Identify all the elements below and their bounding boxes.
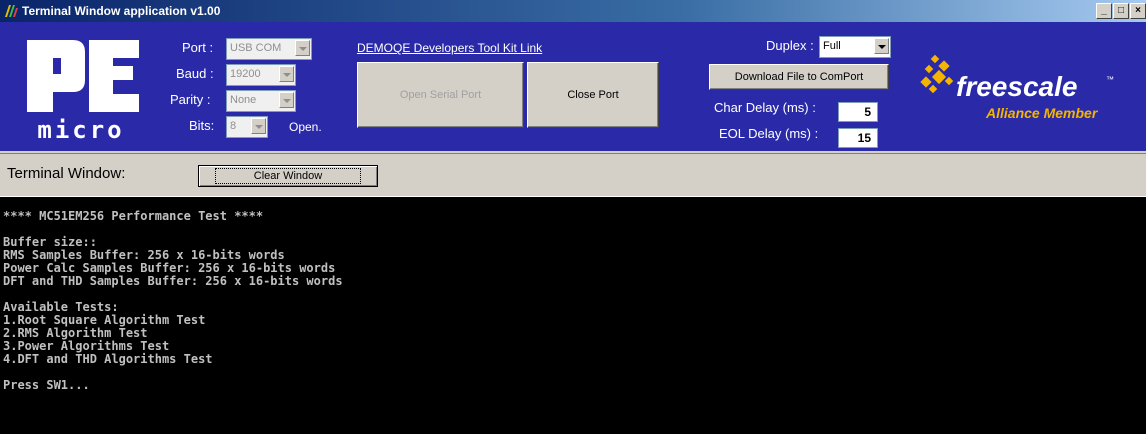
terminal-line: Power Calc Samples Buffer: 256 x 16-bits… xyxy=(3,261,336,275)
duplex-value: Full xyxy=(823,40,841,52)
terminal-line: 4.DFT and THD Algorithms Test xyxy=(3,352,213,366)
terminal-line: 3.Power Algorithms Test xyxy=(3,339,170,353)
chevron-down-icon xyxy=(251,118,266,134)
bits-label: Bits: xyxy=(189,118,215,133)
eol-delay-label: EOL Delay (ms) : xyxy=(719,126,819,141)
close-window-button[interactable]: × xyxy=(1130,3,1146,19)
terminal-output[interactable]: **** MC51EM256 Performance Test **** Buf… xyxy=(0,196,1146,434)
bits-value: 8 xyxy=(230,120,237,132)
alliance-member-text: Alliance Member xyxy=(985,105,1099,121)
trademark-text: ™ xyxy=(1106,75,1114,84)
maximize-button[interactable]: □ xyxy=(1113,3,1129,19)
terminal-line: 1.Root Square Algorithm Test xyxy=(3,313,206,327)
baud-label: Baud : xyxy=(176,66,214,81)
parity-select[interactable]: None xyxy=(226,90,296,112)
chevron-down-icon xyxy=(295,40,310,56)
terminal-line: RMS Samples Buffer: 256 x 16-bits words xyxy=(3,248,285,262)
chevron-down-icon xyxy=(279,66,294,82)
port-label: Port : xyxy=(182,40,214,55)
download-file-button[interactable]: Download File to ComPort xyxy=(709,64,889,90)
clear-window-button[interactable]: Clear Window xyxy=(198,165,378,187)
micro-text: micro xyxy=(37,116,124,144)
close-port-button[interactable]: Close Port xyxy=(527,62,659,128)
app-icon xyxy=(5,5,18,17)
toolkit-link[interactable]: DEMOQE Developers Tool Kit Link xyxy=(357,41,542,55)
clear-window-label: Clear Window xyxy=(214,168,362,184)
parity-value: None xyxy=(230,94,257,106)
window-title: Terminal Window application v1.00 xyxy=(22,4,221,18)
char-delay-label: Char Delay (ms) : xyxy=(714,100,816,115)
pe-micro-logo: micro xyxy=(5,28,158,145)
baud-value: 19200 xyxy=(230,68,261,80)
bits-select[interactable]: 8 xyxy=(226,116,268,138)
terminal-line: Press SW1... xyxy=(3,378,90,392)
chevron-down-icon xyxy=(874,38,889,54)
duplex-label: Duplex : xyxy=(766,38,814,53)
baud-select[interactable]: 19200 xyxy=(226,64,296,86)
freescale-text: freescale xyxy=(956,71,1077,102)
terminal-line: Available Tests: xyxy=(3,300,119,314)
minimize-button[interactable]: _ xyxy=(1096,3,1112,19)
char-delay-input[interactable]: 5 xyxy=(838,102,878,122)
terminal-line: DFT and THD Samples Buffer: 256 x 16-bit… xyxy=(3,274,343,288)
port-status: Open. xyxy=(289,120,322,134)
freescale-logo-graphic: freescale ™ Alliance Member xyxy=(920,54,1114,121)
port-select[interactable]: USB COM xyxy=(226,38,312,60)
pe-logo-graphic: micro xyxy=(27,40,139,144)
eol-delay-input[interactable]: 15 xyxy=(838,128,878,148)
settings-panel: micro Port : USB COM Baud : 19200 Parity… xyxy=(0,22,1146,151)
port-value: USB COM xyxy=(230,42,282,54)
title-bar: Terminal Window application v1.00 _ □ × xyxy=(0,0,1146,22)
chevron-down-icon xyxy=(279,92,294,108)
open-serial-port-button[interactable]: Open Serial Port xyxy=(357,62,524,128)
terminal-line: Buffer size:: xyxy=(3,235,97,249)
duplex-select[interactable]: Full xyxy=(819,36,891,58)
terminal-window-label: Terminal Window: xyxy=(7,165,126,182)
parity-label: Parity : xyxy=(170,92,211,107)
freescale-logo: freescale ™ Alliance Member xyxy=(918,52,1128,132)
terminal-line: 2.RMS Algorithm Test xyxy=(3,326,148,340)
terminal-toolbar: Terminal Window: Clear Window xyxy=(0,153,1146,196)
terminal-line: **** MC51EM256 Performance Test **** xyxy=(3,209,264,223)
